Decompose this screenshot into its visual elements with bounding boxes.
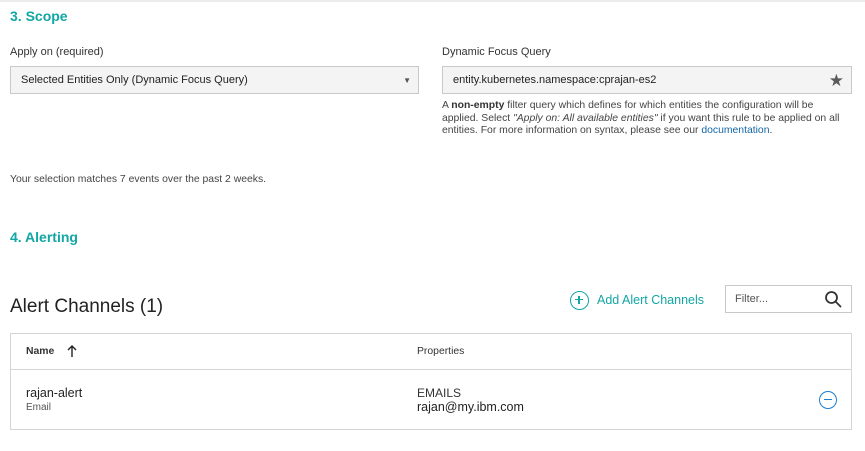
help-text-italic: "Apply on: All available entities" <box>513 112 658 124</box>
alert-channels-title: Alert Channels (1) <box>10 296 164 317</box>
arrow-up-icon[interactable] <box>66 344 78 358</box>
alerting-section-title: 4. Alerting <box>10 229 78 245</box>
dynamic-focus-query-input[interactable]: entity.kubernetes.namespace:cprajan-es2 … <box>442 66 852 94</box>
search-icon[interactable] <box>824 290 842 308</box>
properties-column-header: Properties <box>417 346 465 357</box>
table-header: Name Properties <box>11 334 851 370</box>
documentation-link[interactable]: documentation <box>701 125 769 136</box>
scope-section-title: 3. Scope <box>10 8 68 24</box>
apply-on-select[interactable]: Selected Entities Only (Dynamic Focus Qu… <box>10 66 419 94</box>
apply-on-label: Apply on (required) <box>10 46 104 58</box>
help-text-end: . <box>769 125 773 136</box>
name-column-header[interactable]: Name <box>26 346 54 357</box>
property-key: EMAILS <box>417 386 462 400</box>
caret-down-icon: ▼ <box>403 76 411 85</box>
help-text-prefix: A <box>442 100 452 111</box>
add-alert-channels-label: Add Alert Channels <box>597 293 705 307</box>
table-row: rajan-alert Email EMAILS rajan@my.ibm.co… <box>11 371 851 429</box>
top-divider <box>0 0 865 2</box>
star-icon[interactable]: ★ <box>829 71 844 91</box>
channel-type: Email <box>26 402 52 413</box>
selection-match-text: Your selection matches 7 events over the… <box>10 174 267 185</box>
property-value: rajan@my.ibm.com <box>417 400 524 414</box>
channel-name: rajan-alert <box>26 386 83 400</box>
help-text-bold: non-empty <box>451 100 505 111</box>
minus-circle-icon[interactable] <box>819 391 837 409</box>
query-help-text: A non-empty filter query which defines f… <box>442 100 852 138</box>
plus-circle-icon <box>570 290 589 310</box>
dynamic-focus-query-label: Dynamic Focus Query <box>442 46 551 58</box>
apply-on-value: Selected Entities Only (Dynamic Focus Qu… <box>21 74 248 86</box>
query-value: entity.kubernetes.namespace:cprajan-es2 <box>453 74 657 86</box>
alert-channels-table: Name Properties rajan-alert Email EMAILS… <box>10 333 852 430</box>
add-alert-channels-button[interactable]: Add Alert Channels <box>570 290 704 310</box>
